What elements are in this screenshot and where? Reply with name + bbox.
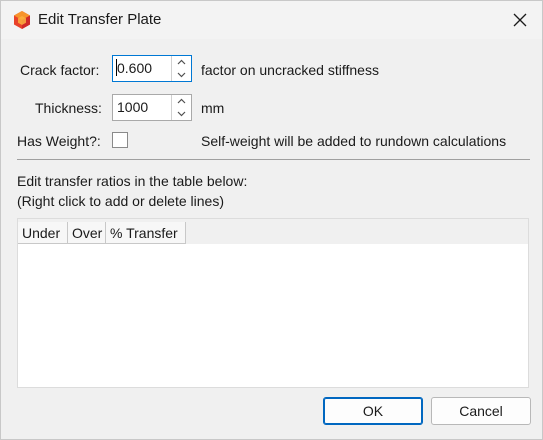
- transfer-ratio-table[interactable]: Under Over % Transfer: [17, 218, 529, 388]
- ok-button[interactable]: OK: [323, 397, 423, 425]
- crack-factor-spinbox[interactable]: 0.600: [112, 55, 192, 82]
- hexagon-app-icon: [12, 10, 32, 30]
- crack-factor-label: Crack factor:: [20, 62, 100, 78]
- column-header-percent-transfer[interactable]: % Transfer: [106, 222, 186, 244]
- table-header: Under Over % Transfer: [18, 219, 528, 244]
- crack-factor-value: 0.600: [117, 60, 153, 76]
- instructions-line-1: Edit transfer ratios in the table below:: [17, 173, 248, 189]
- has-weight-label: Has Weight?:: [17, 133, 101, 149]
- close-icon: [513, 13, 527, 27]
- crack-factor-suffix: factor on uncracked stiffness: [201, 62, 379, 78]
- instructions-line-2: (Right click to add or delete lines): [17, 193, 224, 209]
- column-header-over[interactable]: Over: [68, 222, 106, 244]
- thickness-spinbox[interactable]: 1000: [112, 94, 192, 121]
- chevron-up-icon: [177, 59, 186, 65]
- spin-up-button[interactable]: [172, 56, 191, 69]
- chevron-up-icon: [177, 98, 186, 104]
- spin-up-button[interactable]: [172, 95, 191, 108]
- has-weight-checkbox[interactable]: [112, 132, 128, 148]
- divider: [17, 159, 530, 160]
- thickness-unit: mm: [201, 100, 225, 116]
- spin-down-button[interactable]: [172, 108, 191, 121]
- thickness-label: Thickness:: [35, 100, 102, 116]
- has-weight-note: Self-weight will be added to rundown cal…: [201, 133, 507, 149]
- dialog-window: Edit Transfer Plate Crack factor: 0.600 …: [0, 0, 543, 440]
- cancel-button[interactable]: Cancel: [431, 397, 531, 425]
- crack-factor-spin-buttons: [171, 56, 191, 81]
- title-bar: Edit Transfer Plate: [1, 1, 542, 39]
- chevron-down-icon: [177, 72, 186, 78]
- thickness-spin-buttons: [171, 95, 191, 120]
- window-title: Edit Transfer Plate: [38, 11, 162, 28]
- thickness-value: 1000: [117, 99, 149, 115]
- chevron-down-icon: [177, 111, 186, 117]
- spin-down-button[interactable]: [172, 69, 191, 82]
- dialog-body: Crack factor: 0.600 factor on uncracked …: [1, 39, 542, 439]
- close-button[interactable]: [508, 8, 532, 32]
- column-header-under[interactable]: Under: [18, 222, 68, 244]
